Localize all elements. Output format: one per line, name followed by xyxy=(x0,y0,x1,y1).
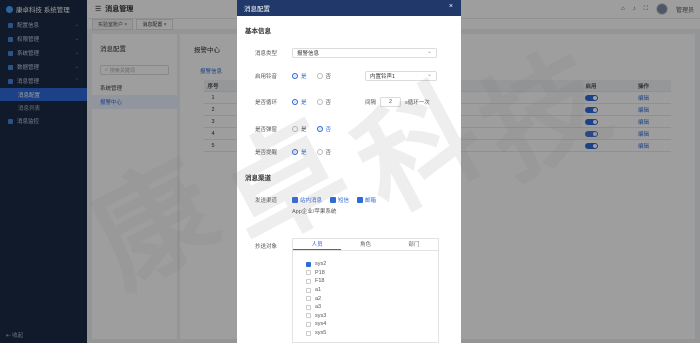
user-checkbox[interactable]: sys3 xyxy=(306,312,438,321)
interval-label: 间隔 xyxy=(365,100,377,106)
popup-yes-radio[interactable]: 是 xyxy=(292,125,307,133)
user-checkbox[interactable]: sys5 xyxy=(306,329,438,338)
channel-row: 发送渠道 站内消息 短信 邮箱 xyxy=(237,188,461,211)
msg-type-row: 消息类型 报警信息 xyxy=(237,41,461,64)
section-channel: 消息渠道 xyxy=(245,175,271,182)
remind-yes-radio[interactable]: 是 xyxy=(292,148,307,156)
loop-yes-radio[interactable]: 是 xyxy=(292,98,307,106)
popup-no-radio[interactable]: 否 xyxy=(316,125,331,133)
popup-label: 是否弹窗 xyxy=(255,126,278,133)
msg-type-select[interactable]: 报警信息 xyxy=(292,47,437,58)
sound-select[interactable]: 内置铃声1 xyxy=(365,70,437,81)
target-selector: 人员 角色 部门 sys2 P18 F18 a1 a2 a3 sys3 sys4… xyxy=(292,238,439,343)
popup-row: 是否弹窗 是 否 xyxy=(237,117,461,140)
loop-row: 是否循环 是 否 间隔 2 s循环一次 xyxy=(237,87,461,117)
user-checkbox[interactable]: F18 xyxy=(306,277,438,286)
loop-no-radio[interactable]: 否 xyxy=(316,98,331,106)
sound-label: 启用铃音 xyxy=(255,73,278,80)
channel-label: 发送渠道 xyxy=(255,197,278,204)
user-checkbox[interactable]: P18 xyxy=(306,269,438,278)
interval-unit: s循环一次 xyxy=(405,100,430,106)
remind-label: 是否提醒 xyxy=(255,149,278,156)
target-tabs: 人员 角色 部门 xyxy=(293,239,438,251)
modal-header: 消息配置 × xyxy=(237,0,461,16)
sound-no-radio[interactable]: 否 xyxy=(316,72,331,80)
sound-yes-radio[interactable]: 是 xyxy=(292,72,307,80)
close-icon[interactable]: × xyxy=(449,3,453,10)
tab-roles[interactable]: 角色 xyxy=(341,239,389,250)
sound-row: 启用铃音 是 否 内置铃声1 xyxy=(237,64,461,87)
user-checkbox[interactable]: a1 xyxy=(306,286,438,295)
channel-site-checkbox[interactable]: 站内消息 xyxy=(292,196,322,204)
msg-type-label: 消息类型 xyxy=(255,50,278,57)
user-checkbox[interactable]: a3 xyxy=(306,303,438,312)
interval-group: 间隔 2 s循环一次 xyxy=(365,97,430,107)
user-checkbox[interactable]: sys2 xyxy=(306,260,438,269)
remind-no-radio[interactable]: 否 xyxy=(316,148,331,156)
loop-label: 是否循环 xyxy=(255,100,278,106)
channel-email-checkbox[interactable]: 邮箱 xyxy=(357,196,376,204)
user-checkbox[interactable]: sys4 xyxy=(306,320,438,329)
channel-sms-checkbox[interactable]: 短信 xyxy=(330,196,349,204)
user-list: sys2 P18 F18 a1 a2 a3 sys3 sys4 sys5 xyxy=(293,251,438,337)
user-checkbox[interactable]: a2 xyxy=(306,294,438,303)
section-basic-info: 基本信息 xyxy=(245,28,271,35)
message-config-modal: 消息配置 × 基本信息 消息类型 报警信息 启用铃音 是 否 内置铃声1 是否循… xyxy=(237,0,461,343)
modal-title: 消息配置 xyxy=(244,6,270,13)
target-label: 抄送对象 xyxy=(255,244,278,250)
remind-row: 是否提醒 是 否 xyxy=(237,140,461,163)
tab-departments[interactable]: 部门 xyxy=(390,239,438,250)
tab-people[interactable]: 人员 xyxy=(293,239,342,250)
interval-stepper[interactable]: 2 xyxy=(380,97,402,107)
